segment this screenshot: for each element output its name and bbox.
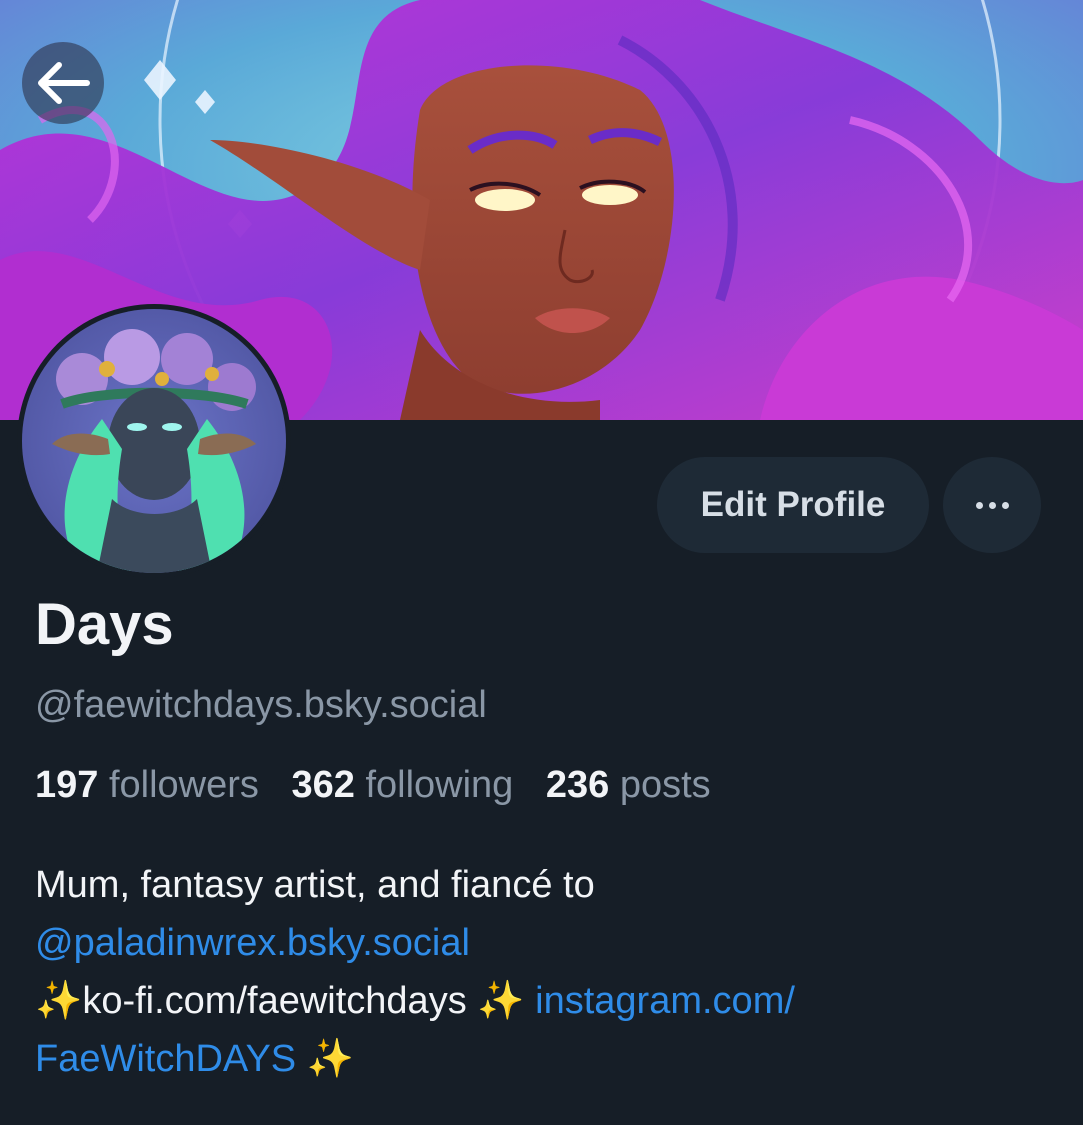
followers-count: 197 [35,764,99,806]
profile-stats: 197 followers 362 following 236 posts [35,766,733,804]
avatar-image [22,309,286,573]
followers-stat[interactable]: 197 followers [35,764,269,806]
following-stat[interactable]: 362 following [291,764,523,806]
posts-label: posts [619,764,711,806]
ellipsis-icon [975,501,1009,509]
avatar[interactable] [17,304,291,578]
sparkles-icon: ✨ [477,980,525,1022]
instagram-link[interactable]: instagram.com/ [535,980,795,1022]
followers-label: followers [108,764,259,806]
following-count: 362 [291,764,355,806]
sparkles-icon: ✨ [306,1038,355,1080]
instagram-link-continued[interactable]: FaeWitchDAYS [35,1038,296,1080]
more-options-button[interactable] [943,457,1041,553]
edit-profile-button[interactable]: Edit Profile [657,457,929,553]
following-label: following [365,764,514,806]
sparkles-icon: ✨ [35,980,83,1022]
arrow-left-icon [38,62,90,104]
profile-page: Edit Profile Days @faewitchdays.bsky.soc… [0,0,1083,1125]
kofi-text: ko-fi.com/faewitchdays [82,980,467,1022]
back-button[interactable] [22,42,104,124]
mention-link[interactable]: @paladinwrex.bsky.social [35,922,470,964]
profile-bio: Mum, fantasy artist, and fiancé to @pala… [35,856,1045,1088]
posts-stat: 236 posts [546,764,711,806]
bio-line-1: Mum, fantasy artist, and fiancé to [35,864,595,906]
profile-handle: @faewitchdays.bsky.social [35,684,487,726]
posts-count: 236 [545,764,610,806]
display-name: Days [35,592,174,657]
